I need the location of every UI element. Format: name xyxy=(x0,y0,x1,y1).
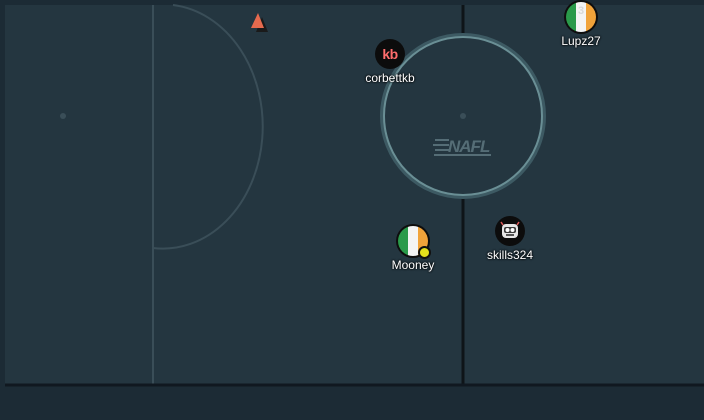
logo-text: NAFL xyxy=(448,137,490,156)
robot-face-icon xyxy=(500,221,520,238)
center-spot xyxy=(460,113,466,119)
player-name: Lupz27 xyxy=(561,34,601,48)
player-corbettkb[interactable]: kb corbettkb xyxy=(345,39,435,85)
jersey-number: 3 xyxy=(577,5,585,17)
player-avatar xyxy=(398,226,431,259)
player-avatar: 3 xyxy=(566,2,596,32)
player-avatar: kb xyxy=(375,39,405,69)
left-spot xyxy=(60,113,66,119)
player-avatar xyxy=(495,216,525,246)
player-lupz27[interactable]: 3 Lupz27 xyxy=(536,2,626,48)
game-stage: NAFL kb corbettkb 3 Lupz27 Mooney skills… xyxy=(0,0,704,420)
yellow-dot-icon xyxy=(418,246,431,259)
player-skills324[interactable]: skills324 xyxy=(465,216,555,262)
player-name: corbettkb xyxy=(365,71,415,85)
kb-avatar-icon: kb xyxy=(382,46,398,62)
player-mooney[interactable]: Mooney xyxy=(368,226,458,272)
player-name: skills324 xyxy=(486,248,534,262)
player-name: Mooney xyxy=(391,258,435,272)
